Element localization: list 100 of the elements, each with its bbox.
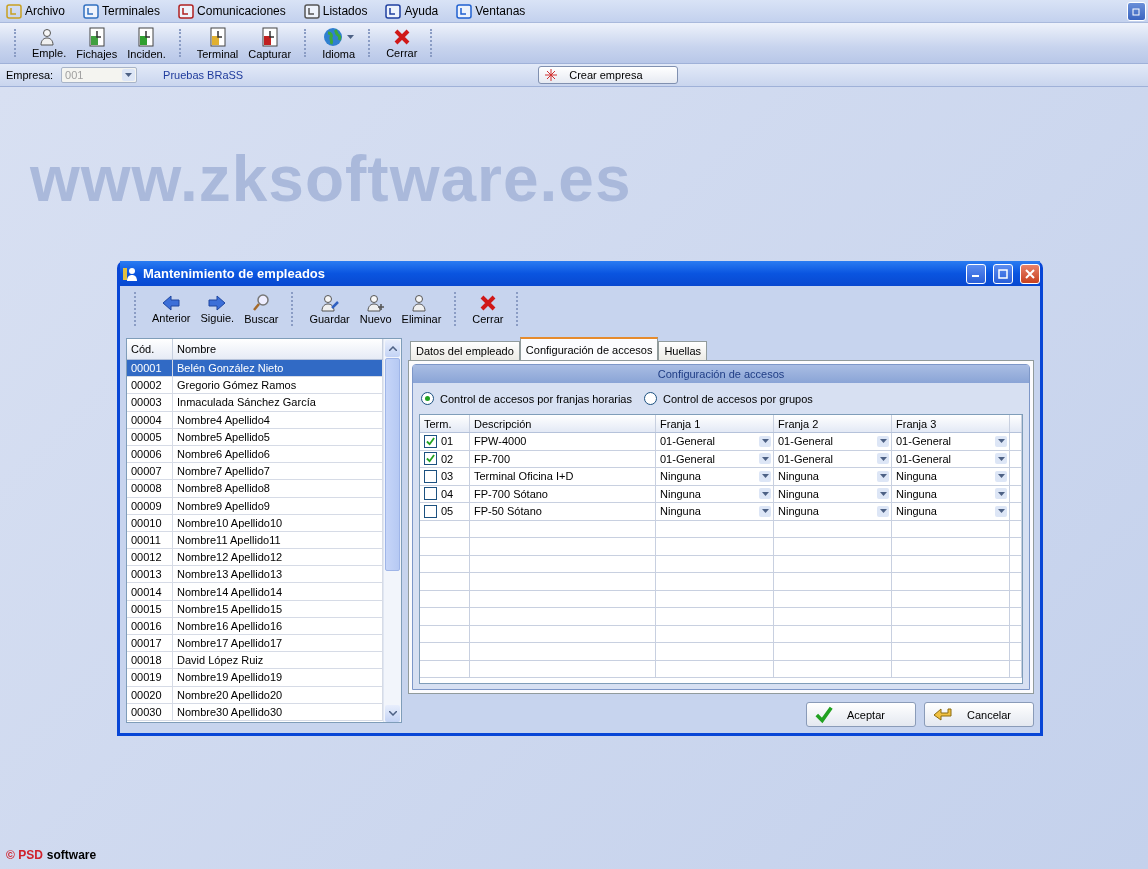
list-row[interactable]: 00002 Gregorio Gómez Ramos bbox=[127, 377, 383, 395]
toolbar-button[interactable]: Emple. bbox=[27, 23, 72, 63]
maximize-button[interactable] bbox=[993, 263, 1013, 284]
maximize-icon bbox=[998, 268, 1008, 279]
table-cell: FP-700 Sótano bbox=[470, 485, 656, 502]
toolbar-button[interactable]: Siguie. bbox=[195, 286, 240, 332]
table-cell: 00017 bbox=[127, 635, 173, 652]
toolbar-button[interactable]: Terminal bbox=[191, 23, 244, 63]
list-row[interactable]: 00012 Nombre12 Apellido12 bbox=[127, 549, 383, 567]
caret-icon bbox=[879, 439, 887, 444]
dropdown-cell[interactable]: Ninguna bbox=[656, 485, 774, 502]
list-row[interactable]: 00014 Nombre14 Apellido14 bbox=[127, 583, 383, 601]
toolbar-button[interactable]: Inciden. bbox=[122, 23, 171, 63]
column-header[interactable]: Term. bbox=[420, 415, 470, 432]
table-cell: 00013 bbox=[127, 566, 173, 583]
dropdown-cell[interactable]: Ninguna bbox=[656, 468, 774, 485]
column-header[interactable]: Franja 2 bbox=[774, 415, 892, 432]
toolbar-button[interactable]: Fichajes bbox=[71, 23, 123, 63]
toolbar-button[interactable]: Idioma bbox=[317, 23, 361, 63]
menu-item[interactable]: Ayuda bbox=[385, 3, 439, 19]
dropdown-cell[interactable]: 01-General bbox=[656, 433, 774, 450]
dropdown-cell[interactable]: Ninguna bbox=[656, 503, 774, 520]
accept-button[interactable]: Aceptar bbox=[806, 702, 916, 727]
caret-icon bbox=[997, 456, 1005, 461]
toolbar-button[interactable]: Capturar bbox=[243, 23, 297, 63]
tab[interactable]: Huellas bbox=[658, 341, 708, 360]
table-cell: 00009 bbox=[127, 497, 173, 514]
company-label: Empresa: bbox=[6, 69, 54, 81]
menu-item[interactable]: Ventanas bbox=[456, 3, 526, 19]
dropdown-cell[interactable]: 01-General bbox=[892, 450, 1010, 467]
table-cell: 00008 bbox=[127, 480, 173, 497]
toolbar-button[interactable]: Guardar bbox=[304, 286, 355, 332]
caret-icon bbox=[879, 509, 887, 514]
checkbox[interactable] bbox=[424, 452, 437, 466]
close-button[interactable] bbox=[1020, 263, 1040, 284]
caret-icon bbox=[761, 456, 769, 461]
caret-icon bbox=[879, 474, 887, 479]
table-cell: 00003 bbox=[127, 394, 173, 411]
column-header[interactable]: Franja 3 bbox=[892, 415, 1010, 432]
dropdown-cell[interactable]: Ninguna bbox=[774, 468, 892, 485]
left-arrow-icon bbox=[162, 294, 181, 311]
column-header[interactable]: Franja 1 bbox=[656, 415, 774, 432]
dropdown-cell[interactable]: 01-General bbox=[774, 433, 892, 450]
table-cell: 00004 bbox=[127, 411, 173, 428]
list-row[interactable]: 00018 David López Ruiz bbox=[127, 652, 383, 670]
table-cell: 00018 bbox=[127, 652, 173, 669]
scrollbar[interactable] bbox=[383, 339, 401, 722]
radio-button[interactable] bbox=[421, 392, 434, 405]
menu-item[interactable]: Archivo bbox=[6, 3, 65, 19]
dropdown-cell[interactable]: Ninguna bbox=[892, 468, 1010, 485]
brand-text: © PSD bbox=[6, 848, 43, 862]
menu-item[interactable]: Comunicaciones bbox=[178, 3, 286, 19]
toolbar-button[interactable]: Nuevo bbox=[354, 286, 397, 332]
list-row[interactable]: 00019 Nombre19 Apellido19 bbox=[127, 669, 383, 687]
table-cell: 04 bbox=[441, 487, 454, 500]
toolbar-button[interactable]: Cerrar bbox=[381, 23, 423, 63]
column-header[interactable]: Cód. bbox=[127, 339, 173, 359]
person-add-icon bbox=[365, 293, 386, 312]
table-cell: 00016 bbox=[127, 617, 173, 634]
toolbar-button[interactable]: Eliminar bbox=[396, 286, 447, 332]
dropdown-cell[interactable]: Ninguna bbox=[892, 503, 1010, 520]
list-row[interactable]: 00017 Nombre17 Apellido17 bbox=[127, 635, 383, 653]
dropdown-cell[interactable]: Ninguna bbox=[774, 485, 892, 502]
dropdown-cell[interactable]: 01-General bbox=[892, 433, 1010, 450]
menu-item[interactable]: Terminales bbox=[83, 3, 161, 19]
list-row[interactable]: 00013 Nombre13 Apellido13 bbox=[127, 566, 383, 584]
table-cell: 01 bbox=[441, 435, 454, 448]
checkbox[interactable] bbox=[424, 469, 437, 483]
table-cell: Terminal Oficina I+D bbox=[470, 468, 656, 485]
dropdown-cell[interactable]: Ninguna bbox=[774, 503, 892, 520]
list-row[interactable]: 00008 Nombre8 Apellido8 bbox=[127, 480, 383, 498]
cancel-button[interactable]: Cancelar bbox=[924, 702, 1034, 727]
dropdown-cell[interactable]: 01-General bbox=[774, 450, 892, 467]
tab[interactable]: Configuración de accesos bbox=[519, 337, 659, 360]
checkbox[interactable] bbox=[424, 504, 437, 518]
list-row[interactable]: 00003 Inmaculada Sánchez García bbox=[127, 394, 383, 412]
table-cell: FP-50 Sótano bbox=[470, 503, 656, 520]
dropdown-cell[interactable]: 01-General bbox=[656, 450, 774, 467]
restore-button[interactable] bbox=[1127, 1, 1146, 21]
toolbar-button[interactable]: Buscar bbox=[239, 286, 284, 332]
table-cell: 02 bbox=[441, 452, 454, 465]
minimize-button[interactable] bbox=[966, 263, 986, 284]
checkbox[interactable] bbox=[424, 487, 437, 501]
list-row[interactable]: 00007 Nombre7 Apellido7 bbox=[127, 463, 383, 481]
toolbar-button[interactable]: Cerrar bbox=[467, 286, 509, 332]
checkbox[interactable] bbox=[424, 434, 437, 448]
list-row[interactable]: 00001 Belén González Nieto bbox=[127, 360, 383, 378]
caret-icon bbox=[997, 439, 1005, 444]
caret-icon bbox=[761, 509, 769, 514]
caret-icon bbox=[761, 474, 769, 479]
column-header[interactable]: Descripción bbox=[470, 415, 656, 432]
menu-item[interactable]: Listados bbox=[303, 3, 368, 19]
people-icon bbox=[122, 265, 138, 282]
brand-text: software bbox=[46, 848, 97, 862]
dropdown-cell[interactable]: Ninguna bbox=[892, 485, 1010, 502]
table-cell: 00020 bbox=[127, 686, 173, 703]
return-arrow-icon bbox=[933, 706, 953, 723]
radio-button[interactable] bbox=[644, 392, 657, 405]
toolbar-button[interactable]: Anterior bbox=[147, 286, 196, 332]
tab[interactable]: Datos del empleado bbox=[410, 341, 520, 360]
